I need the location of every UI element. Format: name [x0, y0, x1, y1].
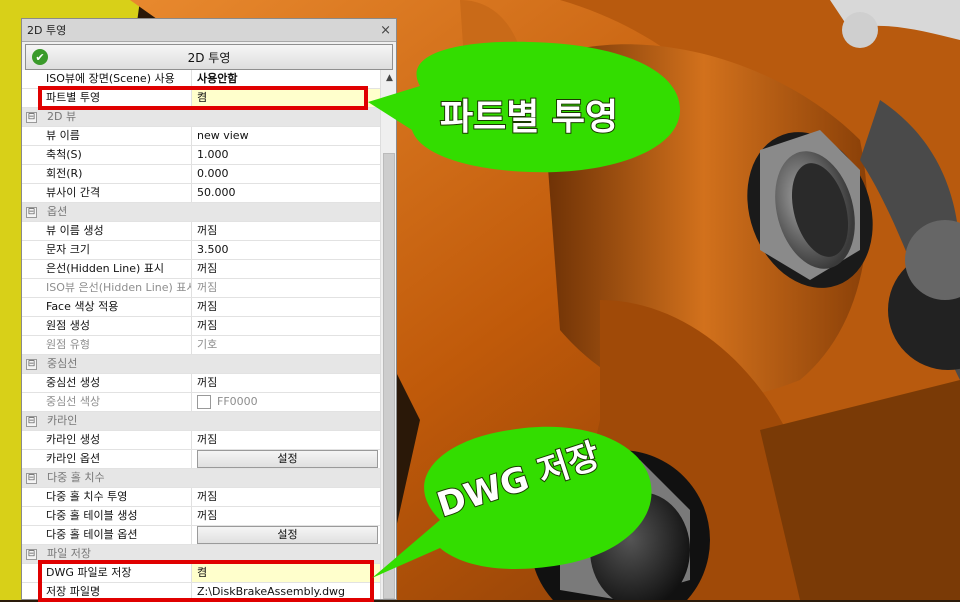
callout-part-projection: 파트별 투영 — [439, 96, 619, 139]
